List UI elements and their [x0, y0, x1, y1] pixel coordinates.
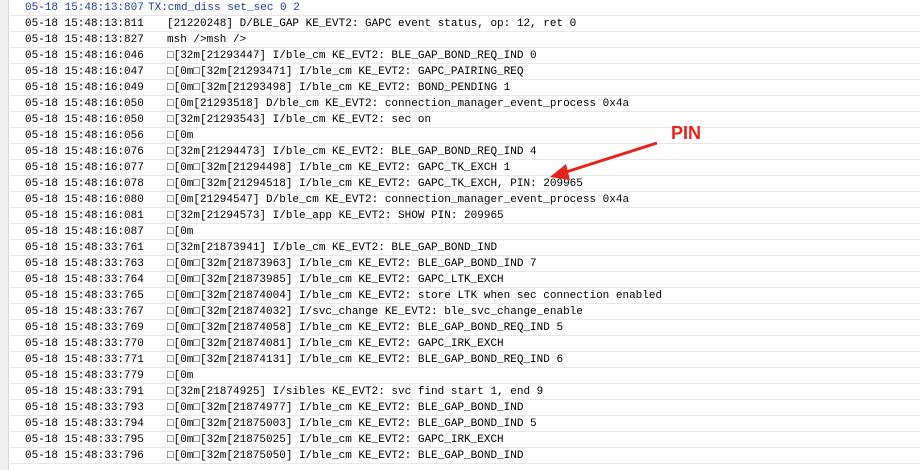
log-row[interactable]: 05-18 15:48:16:056 □[0m [10, 128, 920, 144]
log-row[interactable]: 05-18 15:48:16:077 □[0m□[32m[21294498] I/… [10, 160, 920, 176]
log-row[interactable]: 05-18 15:48:33:795 □[0m□[32m[21875025] I/… [10, 432, 920, 448]
log-timestamp: 05-18 15:48:16:056 [25, 130, 144, 142]
log-message: □[32m[21293543] I/ble_cm KE_EVT2: sec on [167, 114, 432, 126]
log-row[interactable]: 05-18 15:48:16:047 □[0m□[32m[21293471] I/… [10, 64, 920, 80]
log-row[interactable]: 05-18 15:48:16:078 □[0m□[32m[21294518] I/… [10, 176, 920, 192]
log-timestamp: 05-18 15:48:13:827 [25, 34, 144, 46]
log-message: □[0m□[32m[21293498] I/ble_cm KE_EVT2: BO… [167, 82, 511, 94]
log-message: □[0m□[32m[21874081] I/ble_cm KE_EVT2: GA… [167, 338, 504, 350]
log-message: □[0m□[32m[21294498] I/ble_cm KE_EVT2: GA… [167, 162, 511, 174]
log-row[interactable]: 05-18 15:48:16:046 □[32m[21293447] I/ble_… [10, 48, 920, 64]
log-row[interactable]: 05-18 15:48:33:771 □[0m□[32m[21874131] I/… [10, 352, 920, 368]
log-row[interactable]: 05-18 15:48:33:779 □[0m [10, 368, 920, 384]
log-message: □[0m□[32m[21873963] I/ble_cm KE_EVT2: BL… [167, 258, 537, 270]
log-timestamp: 05-18 15:48:16:077 [25, 162, 144, 174]
log-timestamp: 05-18 15:48:16:049 [25, 82, 144, 94]
log-message: □[0m□[32m[21293471] I/ble_cm KE_EVT2: GA… [167, 66, 524, 78]
log-message: □[0m [167, 370, 194, 382]
log-message: □[0m□[32m[21875003] I/ble_cm KE_EVT2: BL… [167, 418, 537, 430]
log-window[interactable]: 05-18 15:48:13:807 TX:cmd_diss set_sec 0 … [0, 0, 920, 470]
log-row[interactable]: 05-18 15:48:13:811 [21220248] D/BLE_GAP K… [10, 16, 920, 32]
log-row[interactable]: 05-18 15:48:33:793 □[0m□[32m[21874977] I/… [10, 400, 920, 416]
log-row[interactable]: 05-18 15:48:16:080 □[0m[21294547] D/ble_c… [10, 192, 920, 208]
log-timestamp: 05-18 15:48:33:791 [25, 386, 144, 398]
log-row[interactable]: 05-18 15:48:33:765 □[0m□[32m[21874004] I/… [10, 288, 920, 304]
log-row[interactable]: 05-18 15:48:33:770 □[0m□[32m[21874081] I/… [10, 336, 920, 352]
log-message: TX:cmd_diss set_sec 0 2 [148, 2, 300, 14]
log-message: □[0m[21293518] D/ble_cm KE_EVT2: connect… [167, 98, 630, 110]
log-row[interactable]: 05-18 15:48:33:791 □[32m[21874925] I/sibl… [10, 384, 920, 400]
log-message: □[0m [167, 226, 194, 238]
log-timestamp: 05-18 15:48:33:794 [25, 418, 144, 430]
log-row[interactable]: 05-18 15:48:16:081 □[32m[21294573] I/ble_… [10, 208, 920, 224]
log-row[interactable]: 05-18 15:48:33:761 □[32m[21873941] I/ble_… [10, 240, 920, 256]
log-message: □[0m□[32m[21874131] I/ble_cm KE_EVT2: BL… [167, 354, 564, 366]
log-message: □[0m□[32m[21874004] I/ble_cm KE_EVT2: st… [167, 290, 663, 302]
log-timestamp: 05-18 15:48:16:047 [25, 66, 144, 78]
log-row[interactable]: 05-18 15:48:16:050 □[32m[21293543] I/ble_… [10, 112, 920, 128]
log-row[interactable]: 05-18 15:48:33:767 □[0m□[32m[21874032] I/… [10, 304, 920, 320]
log-message: □[0m□[32m[21874058] I/ble_cm KE_EVT2: BL… [167, 322, 564, 334]
log-message: □[0m□[32m[21875050] I/ble_cm KE_EVT2: BL… [167, 450, 524, 462]
log-message: □[0m□[32m[21873985] I/ble_cm KE_EVT2: GA… [167, 274, 504, 286]
log-timestamp: 05-18 15:48:33:771 [25, 354, 144, 366]
log-message: □[32m[21294573] I/ble_app KE_EVT2: SHOW … [167, 210, 504, 222]
log-row[interactable]: 05-18 15:48:16:087 □[0m [10, 224, 920, 240]
log-timestamp: 05-18 15:48:33:793 [25, 402, 144, 414]
log-message: □[0m [167, 130, 194, 142]
log-message: □[0m□[32m[21875025] I/ble_cm KE_EVT2: GA… [167, 434, 504, 446]
log-row[interactable]: 05-18 15:48:16:050 □[0m[21293518] D/ble_c… [10, 96, 920, 112]
log-timestamp: 05-18 15:48:16:078 [25, 178, 144, 190]
log-timestamp: 05-18 15:48:33:765 [25, 290, 144, 302]
log-row[interactable]: 05-18 15:48:13:827 msh />msh /> [10, 32, 920, 48]
log-timestamp: 05-18 15:48:33:795 [25, 434, 144, 446]
log-message: □[0m□[32m[21294518] I/ble_cm KE_EVT2: GA… [167, 178, 583, 190]
log-message: □[32m[21873941] I/ble_cm KE_EVT2: BLE_GA… [167, 242, 498, 254]
log-timestamp: 05-18 15:48:13:811 [25, 18, 144, 30]
log-row[interactable]: 05-18 15:48:33:794 □[0m□[32m[21875003] I/… [10, 416, 920, 432]
log-row[interactable]: 05-18 15:48:33:763 □[0m□[32m[21873963] I/… [10, 256, 920, 272]
log-timestamp: 05-18 15:48:16:081 [25, 210, 144, 222]
log-row[interactable]: 05-18 15:48:13:807 TX:cmd_diss set_sec 0 … [10, 0, 920, 16]
log-timestamp: 05-18 15:48:16:076 [25, 146, 144, 158]
log-timestamp: 05-18 15:48:33:770 [25, 338, 144, 350]
log-message: □[32m[21874925] I/sibles KE_EVT2: svc fi… [167, 386, 544, 398]
log-row[interactable]: 05-18 15:48:33:796 □[0m□[32m[21875050] I/… [10, 448, 920, 464]
log-timestamp: 05-18 15:48:16:080 [25, 194, 144, 206]
log-row[interactable]: 05-18 15:48:16:076 □[32m[21294473] I/ble_… [10, 144, 920, 160]
log-gutter [0, 0, 9, 470]
log-timestamp: 05-18 15:48:33:796 [25, 450, 144, 462]
annotation-label: PIN [671, 123, 702, 143]
log-message: [21220248] D/BLE_GAP KE_EVT2: GAPC event… [167, 18, 577, 30]
log-row[interactable]: 05-18 15:48:33:769 □[0m□[32m[21874058] I/… [10, 320, 920, 336]
log-timestamp: 05-18 15:48:33:763 [25, 258, 144, 270]
log-timestamp: 05-18 15:48:13:807 [25, 2, 144, 14]
log-message: □[32m[21294473] I/ble_cm KE_EVT2: BLE_GA… [167, 146, 537, 158]
log-row[interactable]: 05-18 15:48:33:764 □[0m□[32m[21873985] I/… [10, 272, 920, 288]
log-row[interactable]: 05-18 15:48:16:049 □[0m□[32m[21293498] I/… [10, 80, 920, 96]
log-message: □[0m□[32m[21874977] I/ble_cm KE_EVT2: BL… [167, 402, 524, 414]
log-message: □[32m[21293447] I/ble_cm KE_EVT2: BLE_GA… [167, 50, 537, 62]
log-timestamp: 05-18 15:48:16:050 [25, 98, 144, 110]
log-message: □[0m[21294547] D/ble_cm KE_EVT2: connect… [167, 194, 630, 206]
log-timestamp: 05-18 15:48:33:779 [25, 370, 144, 382]
log-timestamp: 05-18 15:48:16:050 [25, 114, 144, 126]
log-timestamp: 05-18 15:48:16:046 [25, 50, 144, 62]
log-message: msh />msh /> [167, 34, 247, 46]
log-timestamp: 05-18 15:48:16:087 [25, 226, 144, 238]
log-timestamp: 05-18 15:48:33:764 [25, 274, 144, 286]
log-message: □[0m□[32m[21874032] I/svc_change KE_EVT2… [167, 306, 583, 318]
log-list[interactable]: 05-18 15:48:13:807 TX:cmd_diss set_sec 0 … [10, 0, 920, 464]
log-timestamp: 05-18 15:48:33:769 [25, 322, 144, 334]
log-timestamp: 05-18 15:48:33:761 [25, 242, 144, 254]
log-timestamp: 05-18 15:48:33:767 [25, 306, 144, 318]
